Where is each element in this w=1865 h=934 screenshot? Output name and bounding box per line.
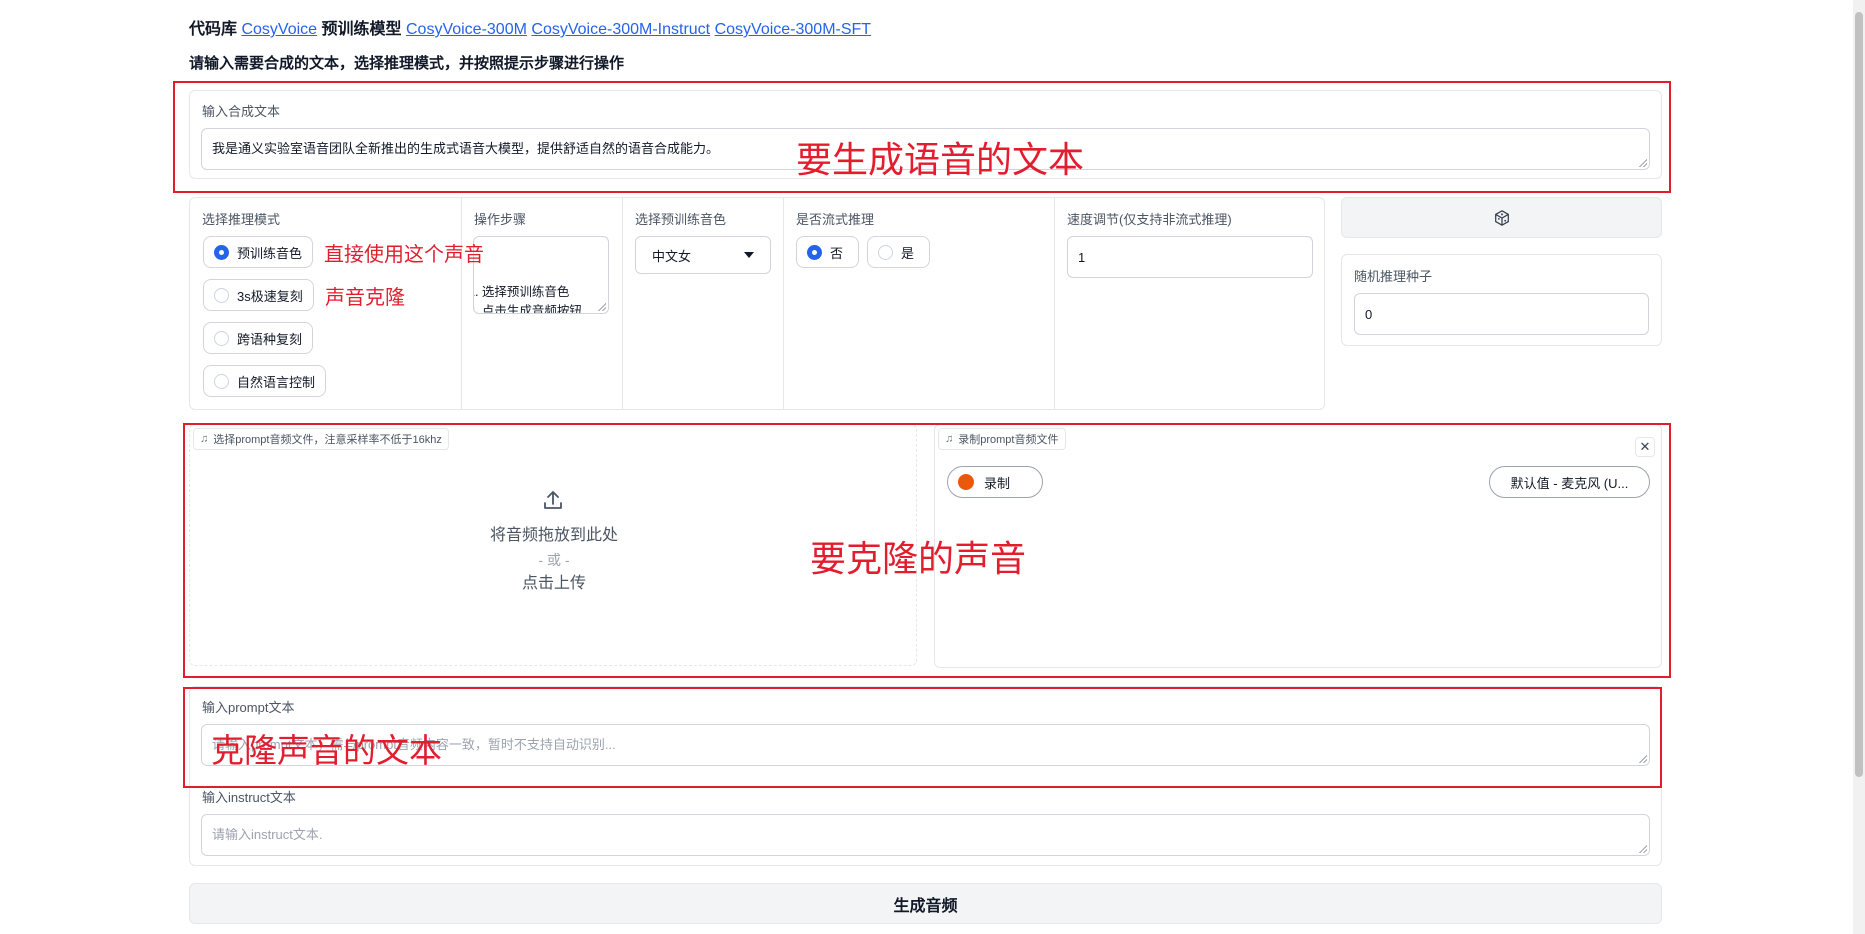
dice-icon [1494, 209, 1509, 226]
divider [783, 198, 784, 409]
radio-selected-icon [214, 244, 229, 260]
mode-option-cross-lingual[interactable]: 跨语种复刻 [203, 322, 314, 354]
divider [1054, 198, 1055, 409]
instructions-subtitle: 请输入需要合成的文本，选择推理模式，并按照提示步骤进行操作 [189, 55, 625, 72]
annotation-use-this-voice: 直接使用这个声音 [324, 244, 484, 266]
generate-audio-button[interactable]: 生成音频 [189, 883, 1662, 924]
annotation-text-to-generate: 要生成语音的文本 [796, 139, 1085, 180]
mode-option-label: 3s极速复刻 [237, 288, 303, 304]
resize-grip-icon[interactable] [598, 303, 606, 311]
radio-unselected-icon [878, 244, 893, 260]
speed-value: 1 [1078, 249, 1086, 265]
scrollbar-thumb[interactable] [1855, 12, 1863, 777]
random-seed-button[interactable] [1341, 197, 1662, 238]
resize-grip-icon[interactable] [1639, 845, 1647, 853]
mode-option-3s-clone[interactable]: 3s极速复刻 [203, 279, 314, 311]
mode-option-instruct[interactable]: 自然语言控制 [203, 365, 327, 397]
steps-value: 1. 选择预训练音色 2. 点击生成音频按钮 [474, 285, 582, 314]
radio-unselected-icon [214, 287, 229, 303]
mode-option-label: 自然语言控制 [237, 374, 316, 390]
seed-panel: 随机推理种子 0 [1341, 254, 1662, 346]
annotation-clone-text: 克隆声音的文本 [211, 732, 442, 769]
mode-option-label: 预训练音色 [237, 245, 303, 261]
steps-textbox: 1. 选择预训练音色 2. 点击生成音频按钮 [473, 236, 609, 314]
pretrained-label: 预训练模型 [321, 21, 402, 38]
instruct-text-input[interactable]: 请输入instruct文本. [201, 814, 1650, 856]
stream-option-yes[interactable]: 是 [867, 236, 930, 268]
repo-link[interactable]: CosyVoice [241, 21, 317, 38]
mode-label: 选择推理模式 [202, 212, 281, 227]
speaker-value: 中文女 [652, 248, 692, 264]
mode-option-label: 跨语种复刻 [237, 331, 303, 347]
annotation-voice-to-clone: 要克隆的声音 [810, 538, 1027, 579]
stream-label: 是否流式推理 [796, 212, 875, 227]
speed-input[interactable]: 1 [1067, 236, 1313, 278]
instruct-text-label: 输入instruct文本 [202, 790, 296, 805]
model-link-300m-instruct[interactable]: CosyVoice-300M-Instruct [531, 21, 710, 38]
divider [461, 198, 462, 409]
model-link-300m-sft[interactable]: CosyVoice-300M-SFT [715, 21, 872, 38]
stream-option-label: 否 [830, 245, 844, 261]
stream-option-no[interactable]: 否 [796, 236, 859, 268]
seed-value: 0 [1365, 306, 1373, 322]
annotation-voice-clone: 声音克隆 [325, 287, 405, 309]
speaker-label: 选择预训练音色 [635, 212, 727, 227]
instruct-text-placeholder: 请输入instruct文本. [212, 827, 323, 842]
header-links: 代码库 CosyVoice 预训练模型 CosyVoice-300M CosyV… [189, 15, 871, 39]
radio-selected-icon [807, 244, 822, 260]
speed-label: 速度调节(仅支持非流式推理) [1067, 212, 1232, 227]
repo-label: 代码库 [189, 21, 238, 38]
generate-audio-label: 生成音频 [893, 897, 958, 915]
seed-input[interactable]: 0 [1354, 293, 1649, 335]
radio-unselected-icon [214, 330, 229, 346]
radio-unselected-icon [214, 373, 229, 389]
model-link-300m[interactable]: CosyVoice-300M [406, 21, 527, 38]
steps-label: 操作步骤 [474, 212, 527, 227]
divider [622, 198, 623, 409]
mode-option-pretrained[interactable]: 预训练音色 [203, 236, 314, 268]
chevron-down-icon [744, 252, 754, 258]
seed-label: 随机推理种子 [1354, 269, 1433, 284]
speaker-dropdown[interactable]: 中文女 [635, 236, 771, 274]
stream-option-label: 是 [901, 245, 915, 261]
